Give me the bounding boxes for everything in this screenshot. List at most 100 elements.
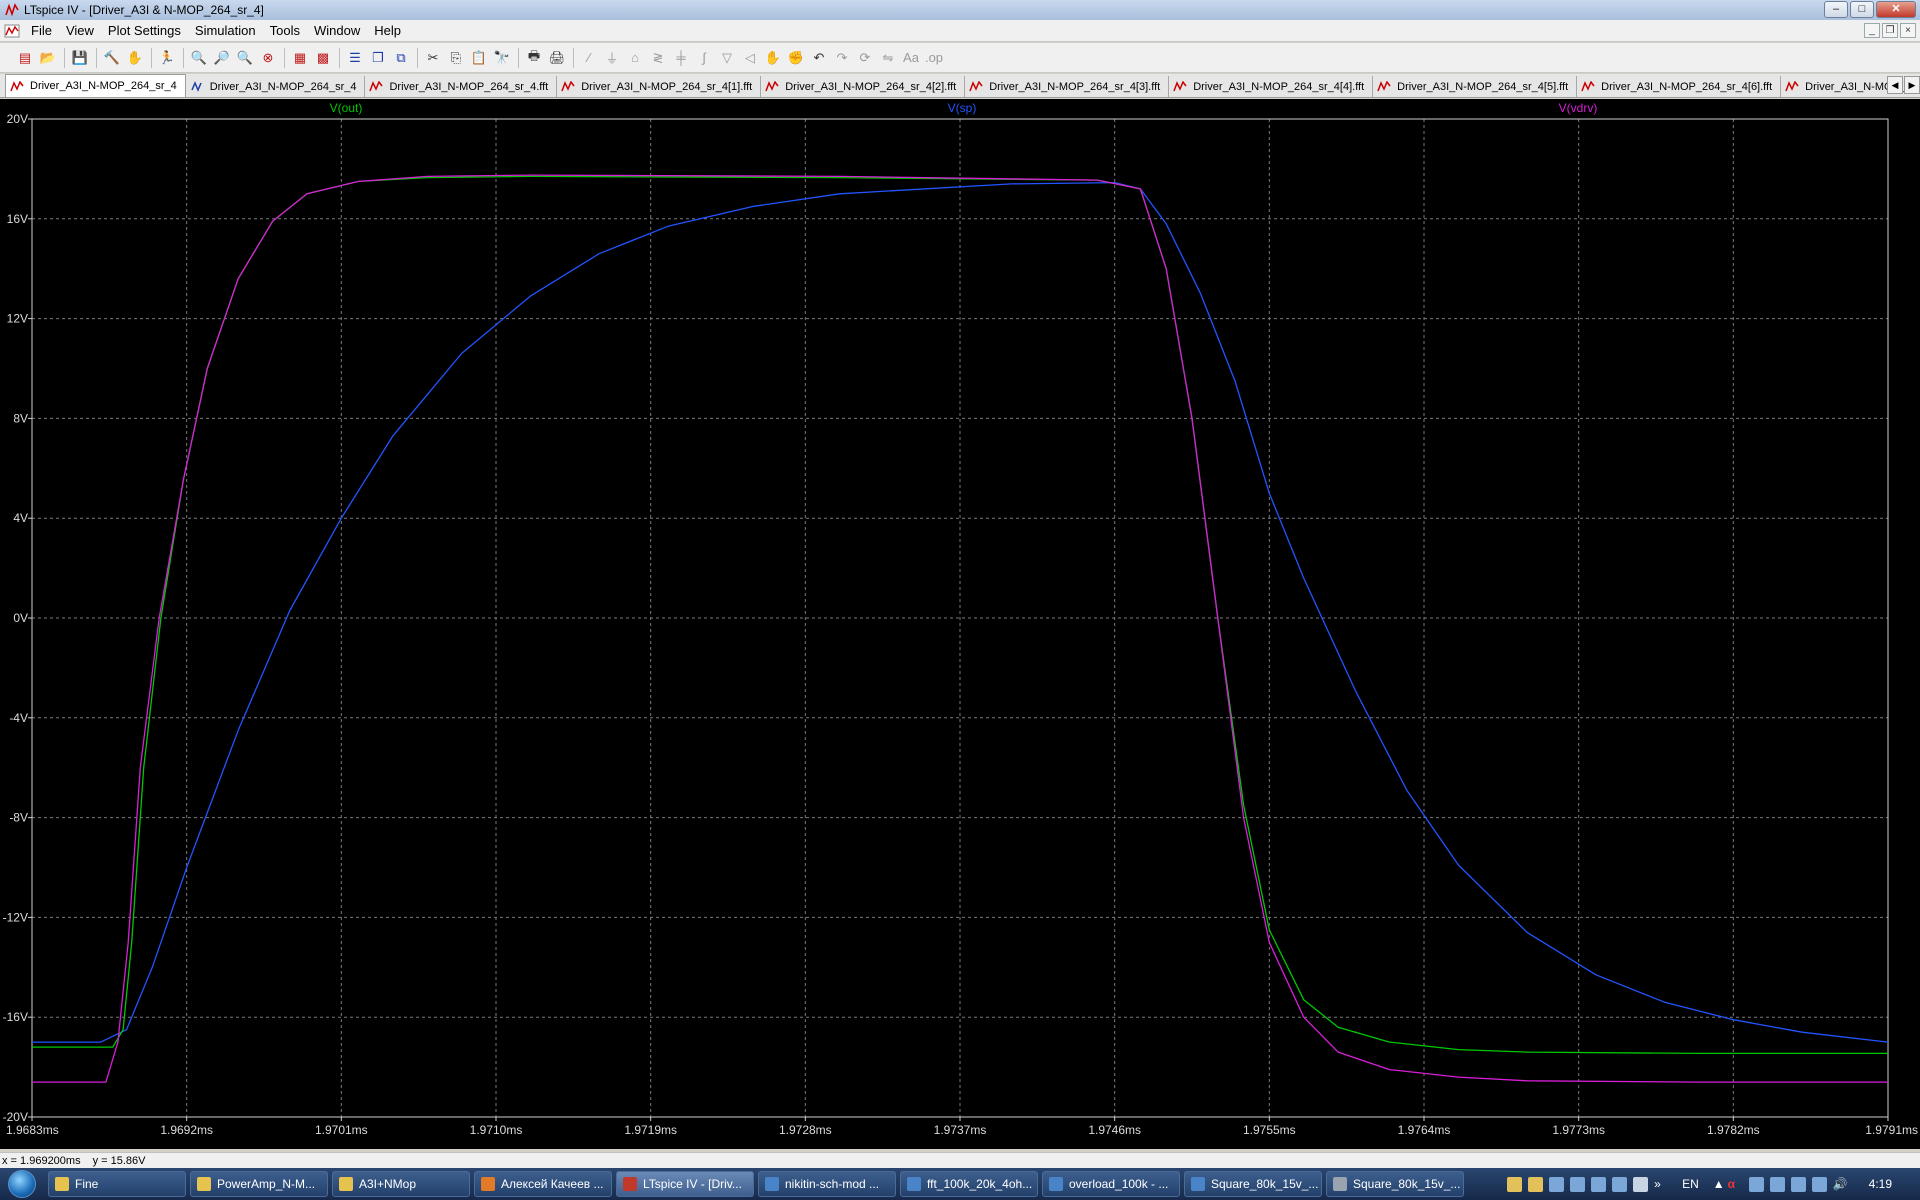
y-tick-label: 4V xyxy=(13,511,28,525)
tab-9[interactable]: Driver_A3I_N-MOP_264_sr_4[6].fft xyxy=(1577,76,1782,97)
capacitor-icon[interactable]: ╪ xyxy=(670,47,692,69)
show-hidden-icons-icon[interactable]: ▲ xyxy=(1713,1177,1725,1191)
copy-icon[interactable]: ⎘ xyxy=(445,47,467,69)
tile-vertical-icon[interactable]: ❐ xyxy=(367,47,389,69)
globe-tray-icon[interactable] xyxy=(1748,1176,1764,1192)
taskbar-item-7[interactable]: fft_100k_20k_4oh... xyxy=(900,1171,1038,1197)
taskbar-item-9[interactable]: Square_80k_15v_... xyxy=(1184,1171,1322,1197)
print-setup-icon[interactable]: 🖶 xyxy=(523,47,545,69)
tab-4[interactable]: Driver_A3I_N-MOP_264_sr_4[1].fft xyxy=(557,76,762,97)
redo-icon[interactable]: ↷ xyxy=(831,47,853,69)
taskbar-item-1[interactable]: Fine xyxy=(48,1171,186,1197)
tab-scroll-left-icon[interactable]: ◀ xyxy=(1887,76,1903,94)
wire-icon[interactable]: ∕ xyxy=(578,47,600,69)
app-tray-icon[interactable] xyxy=(1549,1176,1565,1192)
task-app-icon xyxy=(765,1177,779,1191)
maximize-button[interactable]: □ xyxy=(1850,1,1874,18)
tab-1[interactable]: Driver_A3I_N-MOP_264_sr_4 xyxy=(5,74,186,97)
find-icon[interactable]: 🔭 xyxy=(491,47,513,69)
ground-icon[interactable]: ⏚ xyxy=(601,47,623,69)
tab-8[interactable]: Driver_A3I_N-MOP_264_sr_4[5].fft xyxy=(1373,76,1578,97)
tab-3[interactable]: Driver_A3I_N-MOP_264_sr_4.fft xyxy=(365,76,558,97)
windows-logo-icon xyxy=(8,1170,36,1198)
trash-tray-icon[interactable] xyxy=(1633,1176,1649,1192)
expand-tray-icon[interactable]: » xyxy=(1654,1177,1669,1192)
minimize-button[interactable]: – xyxy=(1824,1,1848,18)
autorange-icon[interactable]: ▦ xyxy=(289,47,311,69)
label-icon[interactable]: ⌂ xyxy=(624,47,646,69)
menu-window[interactable]: Window xyxy=(307,23,367,38)
tab-7[interactable]: Driver_A3I_N-MOP_264_sr_4[4].fft xyxy=(1169,76,1374,97)
control-panel-icon[interactable]: 🔨 xyxy=(101,47,123,69)
y-tick-label: 12V xyxy=(7,312,28,326)
task-label: LTspice IV - [Driv... xyxy=(643,1177,742,1191)
menu-plot-settings[interactable]: Plot Settings xyxy=(101,23,188,38)
battery-tray-icon[interactable] xyxy=(1790,1176,1806,1192)
tab-6[interactable]: Driver_A3I_N-MOP_264_sr_4[3].fft xyxy=(965,76,1170,97)
menu-tools[interactable]: Tools xyxy=(263,23,307,38)
explorer-tray-icon[interactable] xyxy=(1528,1176,1544,1192)
menu-help[interactable]: Help xyxy=(367,23,408,38)
run-icon[interactable]: 🏃 xyxy=(156,47,178,69)
taskbar-item-4[interactable]: Алексей Качеев ... xyxy=(474,1171,612,1197)
document-controls: _ ❐ × xyxy=(1864,23,1916,38)
monitor-status-icon[interactable] xyxy=(1811,1176,1827,1192)
tab-2[interactable]: Driver_A3I_N-MOP_264_sr_4 xyxy=(185,76,366,97)
save-icon[interactable]: 💾 xyxy=(69,47,91,69)
diode-icon[interactable]: ▽ xyxy=(716,47,738,69)
volume-icon[interactable]: 🔊 xyxy=(1833,1177,1848,1192)
doc-close-button[interactable]: × xyxy=(1900,23,1916,38)
start-button[interactable] xyxy=(0,1168,44,1200)
menu-simulation[interactable]: Simulation xyxy=(188,23,263,38)
x-tick-label: 1.9764ms xyxy=(1398,1123,1451,1137)
mirror-icon[interactable]: ⇋ xyxy=(877,47,899,69)
zoom-fit-icon[interactable]: ⊗ xyxy=(257,47,279,69)
taskbar-item-6[interactable]: nikitin-sch-mod ... xyxy=(758,1171,896,1197)
doc-restore-button[interactable]: ❐ xyxy=(1882,23,1898,38)
taskbar-item-8[interactable]: overload_100k - ... xyxy=(1042,1171,1180,1197)
tab-scroll-right-icon[interactable]: ▶ xyxy=(1904,76,1920,94)
spice-directive-icon[interactable]: .op xyxy=(923,47,945,69)
rotate-icon[interactable]: ⟳ xyxy=(854,47,876,69)
waveform-plot[interactable]: 20V 16V 12V 8V 4V 0V -4V -8V -12V -16V -20V 1.9683… xyxy=(0,99,1920,1149)
close-button[interactable]: ✕ xyxy=(1876,1,1916,18)
resistor-icon[interactable]: ≷ xyxy=(647,47,669,69)
open-icon[interactable]: 📂 xyxy=(37,47,59,69)
language-indicator[interactable]: EN xyxy=(1682,1177,1699,1191)
settings-tray-icon[interactable] xyxy=(1612,1176,1628,1192)
network-tray-icon[interactable] xyxy=(1570,1176,1586,1192)
taskbar-item-3[interactable]: A3I+NMop xyxy=(332,1171,470,1197)
taskbar-item-10[interactable]: Square_80k_15v_... xyxy=(1326,1171,1464,1197)
waveform-plot-pane[interactable]: 20V 16V 12V 8V 4V 0V -4V -8V -12V -16V -20V 1.9683… xyxy=(0,99,1920,1149)
tab-5[interactable]: Driver_A3I_N-MOP_264_sr_4[2].fft xyxy=(761,76,966,97)
halt-icon[interactable]: ✋ xyxy=(124,47,146,69)
move-icon[interactable]: ✋ xyxy=(762,47,784,69)
doc-minimize-button[interactable]: _ xyxy=(1864,23,1880,38)
zoom-in-icon[interactable]: 🔍 xyxy=(188,47,210,69)
tile-horizontal-icon[interactable]: ☰ xyxy=(344,47,366,69)
zoom-area-icon[interactable]: 🔎 xyxy=(211,47,233,69)
new-schematic-icon[interactable]: ▤ xyxy=(14,47,36,69)
monitor-tray-icon[interactable] xyxy=(1591,1176,1607,1192)
text-icon[interactable]: Aa xyxy=(900,47,922,69)
cut-icon[interactable]: ✂ xyxy=(422,47,444,69)
antivirus-tray-icon[interactable]: α xyxy=(1728,1177,1743,1192)
menu-view[interactable]: View xyxy=(59,23,101,38)
waveform-doc-icon[interactable] xyxy=(4,23,20,39)
network-status-icon[interactable] xyxy=(1769,1176,1785,1192)
print-icon[interactable]: 🖨 xyxy=(546,47,568,69)
undo-icon[interactable]: ↶ xyxy=(808,47,830,69)
drag-icon[interactable]: ✊ xyxy=(785,47,807,69)
cascade-icon[interactable]: ⧉ xyxy=(390,47,412,69)
zoom-out-icon[interactable]: 🔍 xyxy=(234,47,256,69)
taskbar-item-2[interactable]: PowerAmp_N-M... xyxy=(190,1171,328,1197)
window-controls: – □ ✕ xyxy=(1824,1,1916,18)
mark-units-icon[interactable]: ▩ xyxy=(312,47,334,69)
component-icon[interactable]: ◁ xyxy=(739,47,761,69)
menu-file[interactable]: File xyxy=(24,23,59,38)
inductor-icon[interactable]: ∫ xyxy=(693,47,715,69)
paste-icon[interactable]: 📋 xyxy=(468,47,490,69)
clock[interactable]: 4:19 xyxy=(1869,1177,1892,1191)
taskbar-item-5[interactable]: LTspice IV - [Driv... xyxy=(616,1171,754,1197)
folder-tray-icon[interactable] xyxy=(1507,1176,1523,1192)
